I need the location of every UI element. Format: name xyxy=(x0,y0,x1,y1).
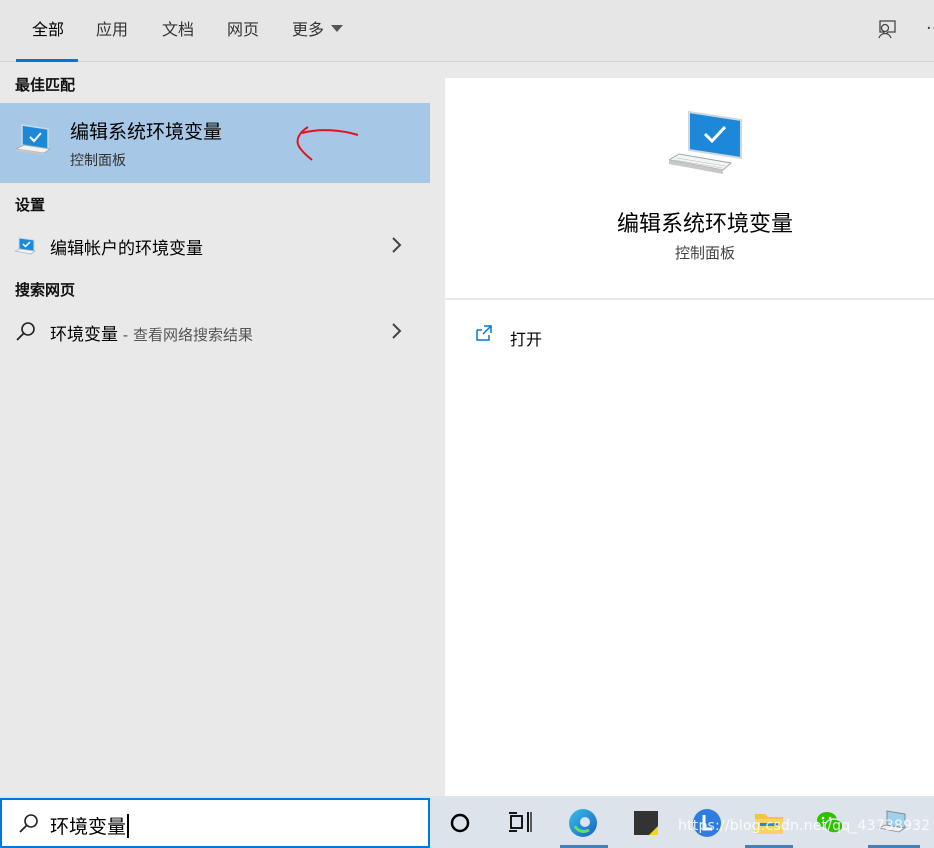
preview-title: 编辑系统环境变量 xyxy=(616,212,793,237)
web-search-suffix: - 查看网络搜索结果 xyxy=(118,326,253,344)
best-match-item[interactable]: 编辑系统环境变量 控制面板 xyxy=(0,103,430,183)
search-input[interactable]: 环境变量 xyxy=(0,798,430,848)
web-search-item[interactable]: 环境变量 - 查看网络搜索结果 xyxy=(0,311,430,351)
ellipsis-icon[interactable]: ··· xyxy=(926,18,934,39)
preview-subtitle: 控制面板 xyxy=(674,244,735,262)
settings-item-label: 编辑帐户的环境变量 xyxy=(50,239,203,259)
tab-web[interactable]: 网页 xyxy=(227,19,259,41)
edge-icon[interactable] xyxy=(566,806,600,840)
settings-heading: 设置 xyxy=(15,196,46,214)
settings-item-edit-account-env[interactable]: 编辑帐户的环境变量 xyxy=(0,225,430,265)
chevron-right-icon xyxy=(392,237,402,253)
best-match-heading: 最佳匹配 xyxy=(15,76,76,94)
red-arrow-annotation xyxy=(296,126,359,161)
best-match-title: 编辑系统环境变量 xyxy=(70,121,223,143)
search-query: 环境变量 xyxy=(50,816,127,838)
preview-actions: 打开 xyxy=(445,300,934,796)
task-view-icon[interactable] xyxy=(503,806,537,840)
chevron-right-icon xyxy=(392,323,402,339)
search-input-value: 环境变量 xyxy=(50,812,130,840)
web-search-label: 环境变量 - 查看网络搜索结果 xyxy=(50,320,253,345)
search-icon xyxy=(19,814,38,833)
open-action-label[interactable]: 打开 xyxy=(510,326,542,350)
tab-more[interactable]: 更多 xyxy=(292,19,344,41)
tab-all[interactable]: 全部 xyxy=(32,19,64,41)
sticky-notes-icon[interactable] xyxy=(629,806,663,840)
chevron-down-icon xyxy=(331,25,344,32)
results-panel: 最佳匹配 编辑系统环境变量 控制面板 设置 编辑帐户的环境变量 搜索网页 环境变… xyxy=(0,62,430,796)
open-icon[interactable] xyxy=(475,324,493,342)
monitor-check-icon xyxy=(669,110,742,174)
search-filter-bar: 全部 应用 文档 网页 更多 ··· xyxy=(0,0,934,62)
watermark-text: https://blog.csdn.net/qq_43738932 xyxy=(678,818,931,834)
search-icon xyxy=(16,322,35,341)
tab-apps[interactable]: 应用 xyxy=(96,19,128,41)
web-search-query: 环境变量 xyxy=(50,325,118,345)
best-match-subtitle: 控制面板 xyxy=(70,153,126,169)
cortana-icon[interactable] xyxy=(443,806,477,840)
web-search-heading: 搜索网页 xyxy=(15,281,76,299)
feedback-icon[interactable] xyxy=(876,18,898,40)
tab-more-label: 更多 xyxy=(292,20,325,39)
text-caret xyxy=(127,813,130,838)
preview-header: 编辑系统环境变量 控制面板 xyxy=(445,78,934,298)
monitor-check-icon xyxy=(14,124,52,155)
monitor-check-icon xyxy=(14,237,36,255)
tab-documents[interactable]: 文档 xyxy=(162,19,194,41)
